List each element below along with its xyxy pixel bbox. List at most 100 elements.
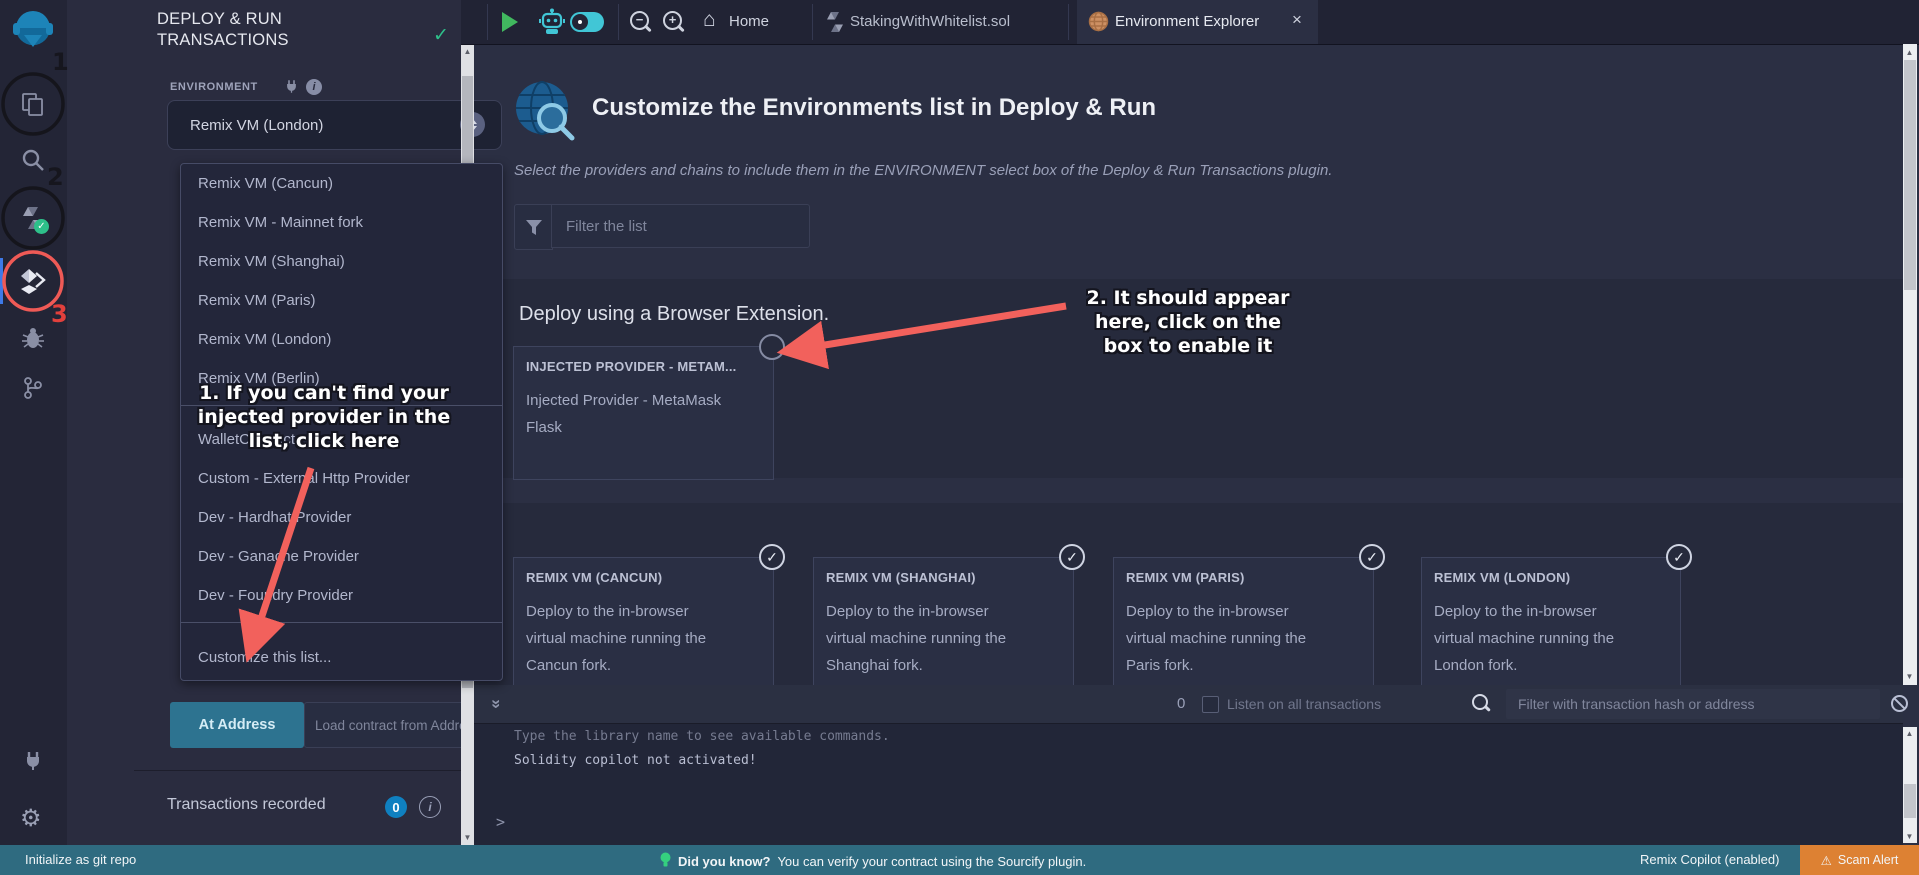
transactions-count-badge: 0: [385, 796, 407, 818]
remix-vm-shanghai-card[interactable]: REMIX VM (SHANGHAI) Deploy to the in-bro…: [813, 557, 1074, 685]
scroll-up-arrow-icon[interactable]: ▲: [1903, 729, 1916, 738]
filter-funnel-icon: [514, 204, 553, 250]
close-tab-icon[interactable]: ×: [1292, 10, 1302, 30]
terminal-collapse-icon[interactable]: »: [487, 699, 507, 708]
listen-transactions-checkbox[interactable]: [1202, 696, 1219, 713]
listen-transactions-label: Listen on all transactions: [1227, 696, 1381, 712]
debugger-icon[interactable]: [21, 326, 45, 355]
env-option-remix-vm-london[interactable]: Remix VM (London): [182, 320, 498, 359]
env-info-icon[interactable]: i: [306, 79, 322, 95]
remix-logo[interactable]: [10, 7, 56, 58]
terminal-filter-input[interactable]: [1506, 689, 1880, 719]
scroll-down-arrow-icon[interactable]: ▼: [1903, 672, 1916, 681]
browser-extension-heading: Deploy using a Browser Extension.: [519, 303, 829, 326]
scroll-up-arrow-icon[interactable]: ▲: [1903, 48, 1916, 57]
settings-gear-icon[interactable]: ⚙: [20, 804, 42, 833]
home-tab-label[interactable]: Home: [729, 13, 769, 30]
main-content-scrollbar[interactable]: ▲ ▼: [1903, 44, 1917, 685]
environment-explorer-globe-icon: [1088, 11, 1109, 37]
terminal-prompt[interactable]: >: [496, 813, 505, 831]
card-body: Injected Provider - MetaMask Flask: [526, 387, 738, 441]
copilot-status[interactable]: Remix Copilot (enabled): [1640, 852, 1779, 867]
remix-vm-paris-card[interactable]: REMIX VM (PARIS) Deploy to the in-browse…: [1113, 557, 1374, 685]
injected-provider-checkbox[interactable]: [759, 334, 785, 360]
remix-vm-london-card[interactable]: REMIX VM (LONDON) Deploy to the in-brows…: [1421, 557, 1681, 685]
zoom-out-icon[interactable]: −: [630, 11, 649, 30]
toolbar-separator: [618, 4, 619, 40]
warning-icon: ⚠: [1821, 853, 1832, 868]
remix-vm-paris-checkbox[interactable]: ✓: [1359, 544, 1385, 570]
environment-explorer-header-icon: [514, 80, 578, 149]
compile-success-badge: ✓: [34, 219, 49, 234]
env-option-remix-vm-berlin[interactable]: Remix VM (Berlin): [182, 359, 498, 398]
did-you-know-tip: Did you know? You can verify your contra…: [660, 852, 1086, 871]
environment-explorer-tab-label: Environment Explorer: [1115, 13, 1259, 30]
terminal-log-line: Solidity copilot not activated!: [514, 753, 757, 768]
remix-vm-cancun-card[interactable]: REMIX VM (CANCUN) Deploy to the in-brows…: [513, 557, 774, 685]
toolbar-separator: [487, 4, 488, 40]
card-body: Deploy to the in-browser virtual machine…: [526, 598, 722, 679]
tab-staking-with-whitelist[interactable]: StakingWithWhitelist.sol: [850, 13, 1010, 30]
dropdown-divider: [181, 622, 502, 623]
ai-copilot-robot-icon[interactable]: [539, 8, 565, 41]
init-git-repo-button[interactable]: Initialize as git repo: [25, 852, 136, 867]
remix-vm-london-checkbox[interactable]: ✓: [1666, 544, 1692, 570]
env-option-mainnet-fork[interactable]: Remix VM - Mainnet fork: [182, 203, 498, 242]
terminal-log-line: Type the library name to see available c…: [514, 729, 890, 744]
card-title: REMIX VM (SHANGHAI): [826, 570, 976, 585]
env-option-remix-vm-shanghai[interactable]: Remix VM (Shanghai): [182, 242, 498, 281]
env-option-foundry[interactable]: Dev - Foundry Provider: [182, 576, 498, 615]
transaction-count: 0: [1177, 695, 1185, 712]
card-title: REMIX VM (LONDON): [1434, 570, 1570, 585]
dropdown-divider: [181, 405, 502, 406]
deploy-run-icon[interactable]: [19, 267, 47, 300]
environment-filter-input[interactable]: [551, 204, 810, 248]
remix-vm-shanghai-checkbox[interactable]: ✓: [1059, 544, 1085, 570]
env-option-remix-vm-cancun[interactable]: Remix VM (Cancun): [182, 164, 498, 203]
git-icon[interactable]: [21, 376, 45, 405]
at-address-button[interactable]: At Address: [170, 702, 304, 748]
lightbulb-icon: [660, 852, 671, 871]
env-option-ganache[interactable]: Dev - Ganache Provider: [182, 537, 498, 576]
transactions-info-icon[interactable]: i: [419, 796, 441, 818]
card-body: Deploy to the in-browser virtual machine…: [826, 598, 1022, 679]
env-option-customize-list[interactable]: Customize this list...: [182, 638, 498, 677]
tip-text: You can verify your contract using the S…: [777, 854, 1086, 869]
injected-provider-card[interactable]: INJECTED PROVIDER - METAM... Injected Pr…: [513, 346, 774, 480]
transactions-recorded-label: Transactions recorded: [167, 796, 326, 814]
remix-vm-cancun-checkbox[interactable]: ✓: [759, 544, 785, 570]
deploy-run-panel: DEPLOY & RUN TRANSACTIONS ✓ › ENVIRONMEN…: [67, 0, 461, 845]
scroll-down-arrow-icon[interactable]: ▼: [461, 833, 474, 842]
solidity-compiler-icon[interactable]: ✓: [20, 205, 46, 236]
terminal-search-icon: [1472, 694, 1488, 710]
env-option-walletconnect[interactable]: WalletConnect: [182, 420, 498, 459]
env-option-hardhat[interactable]: Dev - Hardhat Provider: [182, 498, 498, 537]
copilot-toggle[interactable]: [570, 12, 604, 32]
env-plug-icon[interactable]: [284, 79, 299, 99]
active-plugin-indicator: [0, 258, 3, 304]
env-option-external-http[interactable]: Custom - External Http Provider: [182, 459, 498, 498]
scroll-up-arrow-icon[interactable]: ▲: [461, 47, 474, 56]
env-option-remix-vm-paris[interactable]: Remix VM (Paris): [182, 281, 498, 320]
status-bar: Initialize as git repo Did you know? You…: [0, 845, 1919, 875]
scroll-down-arrow-icon[interactable]: ▼: [1903, 832, 1916, 841]
card-title: REMIX VM (PARIS): [1126, 570, 1245, 585]
remix-ide-window: ✓: [0, 0, 1919, 875]
tab-separator: [812, 4, 813, 40]
environment-dropdown-list: Remix VM (Cancun) Remix VM - Mainnet for…: [180, 163, 503, 681]
run-script-play-button[interactable]: [502, 12, 518, 32]
page-subtitle: Select the providers and chains to inclu…: [514, 162, 1332, 179]
plugin-manager-icon[interactable]: [21, 749, 45, 778]
file-explorer-icon[interactable]: [20, 91, 46, 122]
terminal-scrollbar[interactable]: ▲ ▼: [1903, 727, 1917, 843]
scam-alert-button[interactable]: ⚠ Scam Alert: [1800, 845, 1919, 875]
tip-bold-label: Did you know?: [678, 854, 770, 869]
environment-select[interactable]: Remix VM (London): [167, 100, 502, 150]
zoom-in-icon[interactable]: +: [663, 11, 682, 30]
home-icon[interactable]: ⌂: [703, 8, 716, 32]
scrollbar-thumb[interactable]: [1904, 60, 1916, 290]
terminal: Type the library name to see available c…: [474, 685, 1903, 845]
search-icon[interactable]: [20, 147, 46, 178]
clear-console-icon[interactable]: [1890, 694, 1909, 718]
scrollbar-thumb[interactable]: [1904, 784, 1916, 818]
